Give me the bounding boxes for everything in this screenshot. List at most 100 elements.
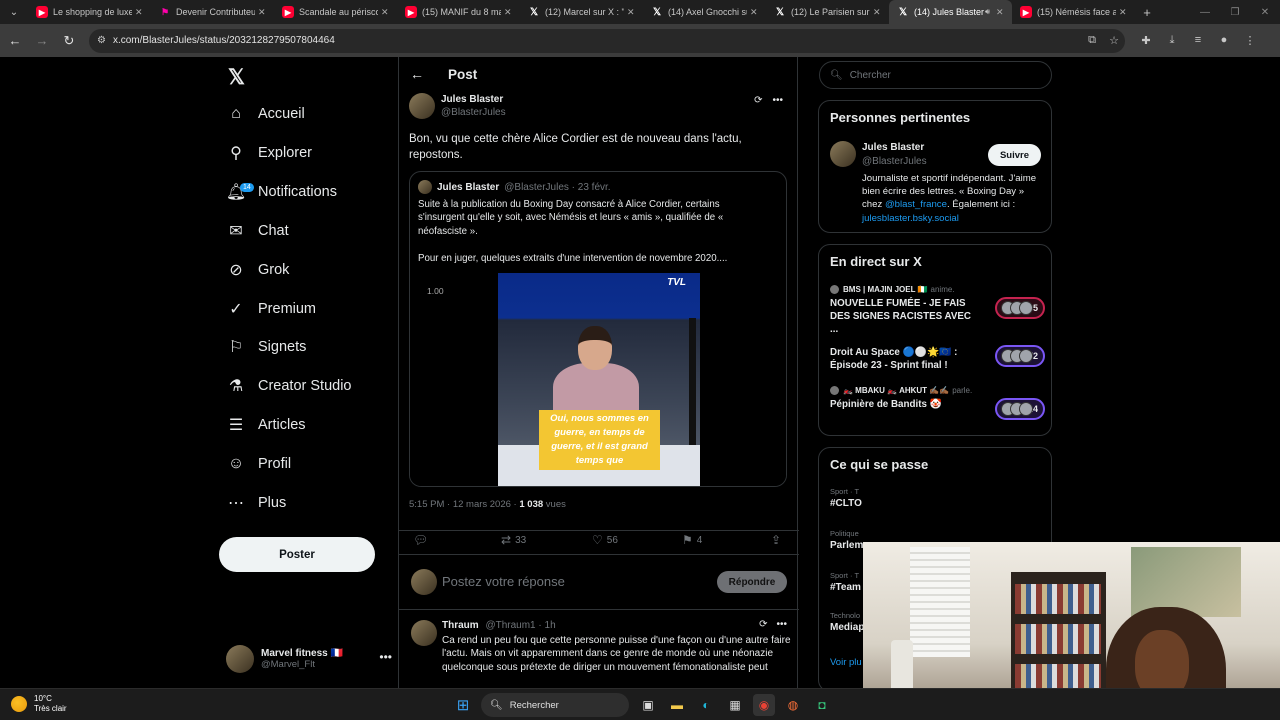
close-tab-icon[interactable]: ✕ (996, 7, 1006, 18)
close-tab-icon[interactable]: ✕ (1119, 7, 1129, 18)
app-icon[interactable]: ◘ (811, 694, 833, 716)
profile-icon[interactable]: ● (1211, 34, 1237, 47)
nav-item-grok[interactable]: ⊘ Grok (226, 255, 289, 285)
download-icon[interactable]: ⤓ (1159, 34, 1185, 47)
extensions-icon[interactable]: ✚ (1133, 34, 1159, 47)
bio-link[interactable]: @blast_france (885, 199, 947, 210)
browser-tab[interactable]: 𝕏 (12) Marcel sur X : "Te✕ (520, 0, 643, 24)
account-switcher[interactable]: Marvel fitness 🇫🇷 @Marvel_Flt ••• (226, 644, 396, 674)
back-arrow-icon[interactable]: ← (3, 29, 27, 53)
browser-tab[interactable]: ⚑ Devenir Contributeur ✕ (151, 0, 274, 24)
tab-search-icon[interactable]: ⌄ (0, 0, 28, 24)
install-app-icon[interactable]: ⧉ (1081, 34, 1103, 47)
new-tab-button[interactable]: + (1135, 0, 1159, 24)
nav-item-profil[interactable]: ☺ Profil (226, 449, 291, 479)
browser-tab[interactable]: 𝕏 (14) Axel Gnocchi sur ✕ (643, 0, 766, 24)
nav-item-plus[interactable]: ⋯ Plus (226, 488, 286, 518)
minimize-icon[interactable]: — (1190, 0, 1220, 24)
taskbar-search[interactable]: 🔍︎ Rechercher (481, 693, 629, 717)
trend-item[interactable]: Politique Parlem (830, 529, 863, 551)
nav-item-creator-studio[interactable]: ⚗ Creator Studio (226, 371, 352, 401)
close-tab-icon[interactable]: ✕ (627, 7, 637, 18)
live-space-item[interactable]: Droit Au Space 🔵⚪🌟🇪🇺 : Épisode 23 - Spri… (830, 343, 1045, 372)
comment-author[interactable]: Thraum (442, 620, 479, 631)
nav-item-explorer[interactable]: ⚲ Explorer (226, 138, 312, 168)
see-more-link[interactable]: Voir plu (830, 657, 862, 668)
author-handle[interactable]: @BlasterJules (441, 107, 506, 118)
close-tab-icon[interactable]: ✕ (504, 7, 514, 18)
browser-tab[interactable]: 𝕏 (14) Jules Blaster 🔊︎ ✕ (889, 0, 1012, 24)
close-tab-icon[interactable]: ✕ (873, 7, 883, 18)
close-tab-icon[interactable]: ✕ (381, 7, 391, 18)
trend-item[interactable]: Technolo Mediap (830, 611, 864, 633)
windows-start-icon[interactable]: ⊞ (452, 694, 474, 716)
author-avatar[interactable] (409, 93, 435, 119)
task-view-icon[interactable]: ▣ (637, 694, 659, 716)
more-dots-icon[interactable]: ••• (772, 95, 783, 106)
bookmark-star-icon[interactable]: ☆ (1103, 34, 1125, 47)
browser-tab[interactable]: ▶ (15) MANIF du 8 mars✕ (397, 0, 520, 24)
live-space-item[interactable]: BMS | MAJIN JOEL 🇨🇮 anime. NOUVELLE FUMÉE … (830, 285, 1045, 336)
like-action[interactable]: ♡ 56 (592, 533, 618, 547)
video-frame[interactable]: TVL Oui, nous sommes en guerre, en temps… (498, 273, 700, 486)
live-listeners-pill[interactable]: +72 (995, 345, 1045, 367)
reply-input[interactable]: Postez votre réponse (442, 574, 565, 589)
trend-item[interactable]: Sport · T #CLTO (830, 487, 862, 509)
nav-item-accueil[interactable]: ⌂ Accueil (226, 99, 305, 129)
edge-icon[interactable]: ◐ (695, 694, 717, 716)
nav-item-signets[interactable]: ⚐ Signets (226, 332, 307, 362)
media-controls-icon[interactable]: ≡ (1185, 34, 1211, 47)
repost-action[interactable]: ⇄ 33 (501, 533, 526, 547)
search-input[interactable]: 🔍︎ Chercher (819, 61, 1052, 89)
file-explorer-icon[interactable]: ▬ (666, 694, 688, 716)
person-avatar[interactable] (830, 141, 856, 167)
video-player[interactable]: 1.00 TVL Oui, nous sommes en guerre, en … (410, 270, 786, 486)
close-tab-icon[interactable]: ✕ (135, 7, 145, 18)
nav-item-chat[interactable]: ✉ Chat (226, 216, 288, 246)
nav-item-articles[interactable]: ☰ Articles (226, 410, 306, 440)
reply-action[interactable]: 💬︎ (413, 533, 432, 547)
follow-button[interactable]: Suivre (988, 144, 1041, 166)
back-arrow-icon[interactable]: ← (400, 66, 434, 82)
live-listeners-pill[interactable]: +435 (995, 297, 1045, 319)
store-icon[interactable]: ▦ (724, 694, 746, 716)
post-button[interactable]: Poster (219, 537, 375, 572)
close-tab-icon[interactable]: ✕ (750, 7, 760, 18)
address-bar[interactable]: ⚙ x.com/BlasterJules/status/203212827950… (89, 28, 1125, 53)
weather-widget[interactable]: 10°C Très clair (11, 694, 67, 714)
grok-icon[interactable]: ⟳ (754, 95, 762, 106)
forward-arrow-icon[interactable]: → (30, 29, 54, 53)
firefox-icon[interactable]: ◍ (782, 694, 804, 716)
nav-item-premium[interactable]: ✓ Premium (226, 294, 316, 324)
comment-post[interactable]: Thraum @Thraum1 · 1h ⟳ ••• Ca rend un pe… (399, 610, 799, 688)
share-action[interactable]: ⇪ (771, 533, 781, 547)
chrome-icon[interactable]: ◉ (753, 694, 775, 716)
speaker-icon[interactable]: 🔊︎ (985, 7, 990, 17)
person-handle[interactable]: @BlasterJules (862, 156, 927, 167)
post-time[interactable]: 5:15 PM · 12 mars 2026 · (409, 499, 519, 510)
more-dots-icon[interactable]: ••• (776, 619, 787, 630)
live-listeners-pill[interactable]: +14 (995, 398, 1045, 420)
browser-tab[interactable]: ▶ Le shopping de luxe ✕ (28, 0, 151, 24)
more-dots-icon[interactable]: ••• (379, 650, 392, 664)
maximize-icon[interactable]: ❐ (1220, 0, 1250, 24)
grok-icon[interactable]: ⟳ (759, 619, 767, 630)
x-logo-icon[interactable]: 𝕏 (228, 65, 245, 90)
browser-menu-icon[interactable]: ⋮ (1237, 34, 1263, 47)
comment-avatar[interactable] (411, 620, 437, 646)
close-window-icon[interactable]: ✕ (1250, 0, 1280, 24)
trend-item[interactable]: Sport · T #Team (830, 571, 861, 593)
person-name[interactable]: Jules Blaster (862, 142, 924, 153)
browser-tab[interactable]: ▶ Scandale au périscolaire✕ (274, 0, 397, 24)
bio-link[interactable]: julesblaster.bsky.social (862, 213, 959, 224)
quoted-post[interactable]: Jules Blaster @BlasterJules · 23 févr. S… (409, 171, 787, 487)
nav-item-notifications[interactable]: 🔔︎ 14 Notifications (226, 177, 337, 207)
bookmark-action[interactable]: ⚑ 4 (682, 533, 702, 547)
browser-tab[interactable]: 𝕏 (12) Le Parisien sur X ✕ (766, 0, 889, 24)
reload-icon[interactable]: ↻ (57, 29, 81, 53)
site-info-icon[interactable]: ⚙ (97, 35, 106, 46)
live-space-item[interactable]: 🏍️ MBAKU 🏍️ AHKUT ✍🏾✍🏾 parle. Pépinière de… (830, 386, 1045, 420)
close-tab-icon[interactable]: ✕ (258, 7, 268, 18)
browser-tab[interactable]: ▶ (15) Némésis face au ✕ (1012, 0, 1135, 24)
url-text[interactable]: x.com/BlasterJules/status/20321282795078… (113, 35, 335, 46)
